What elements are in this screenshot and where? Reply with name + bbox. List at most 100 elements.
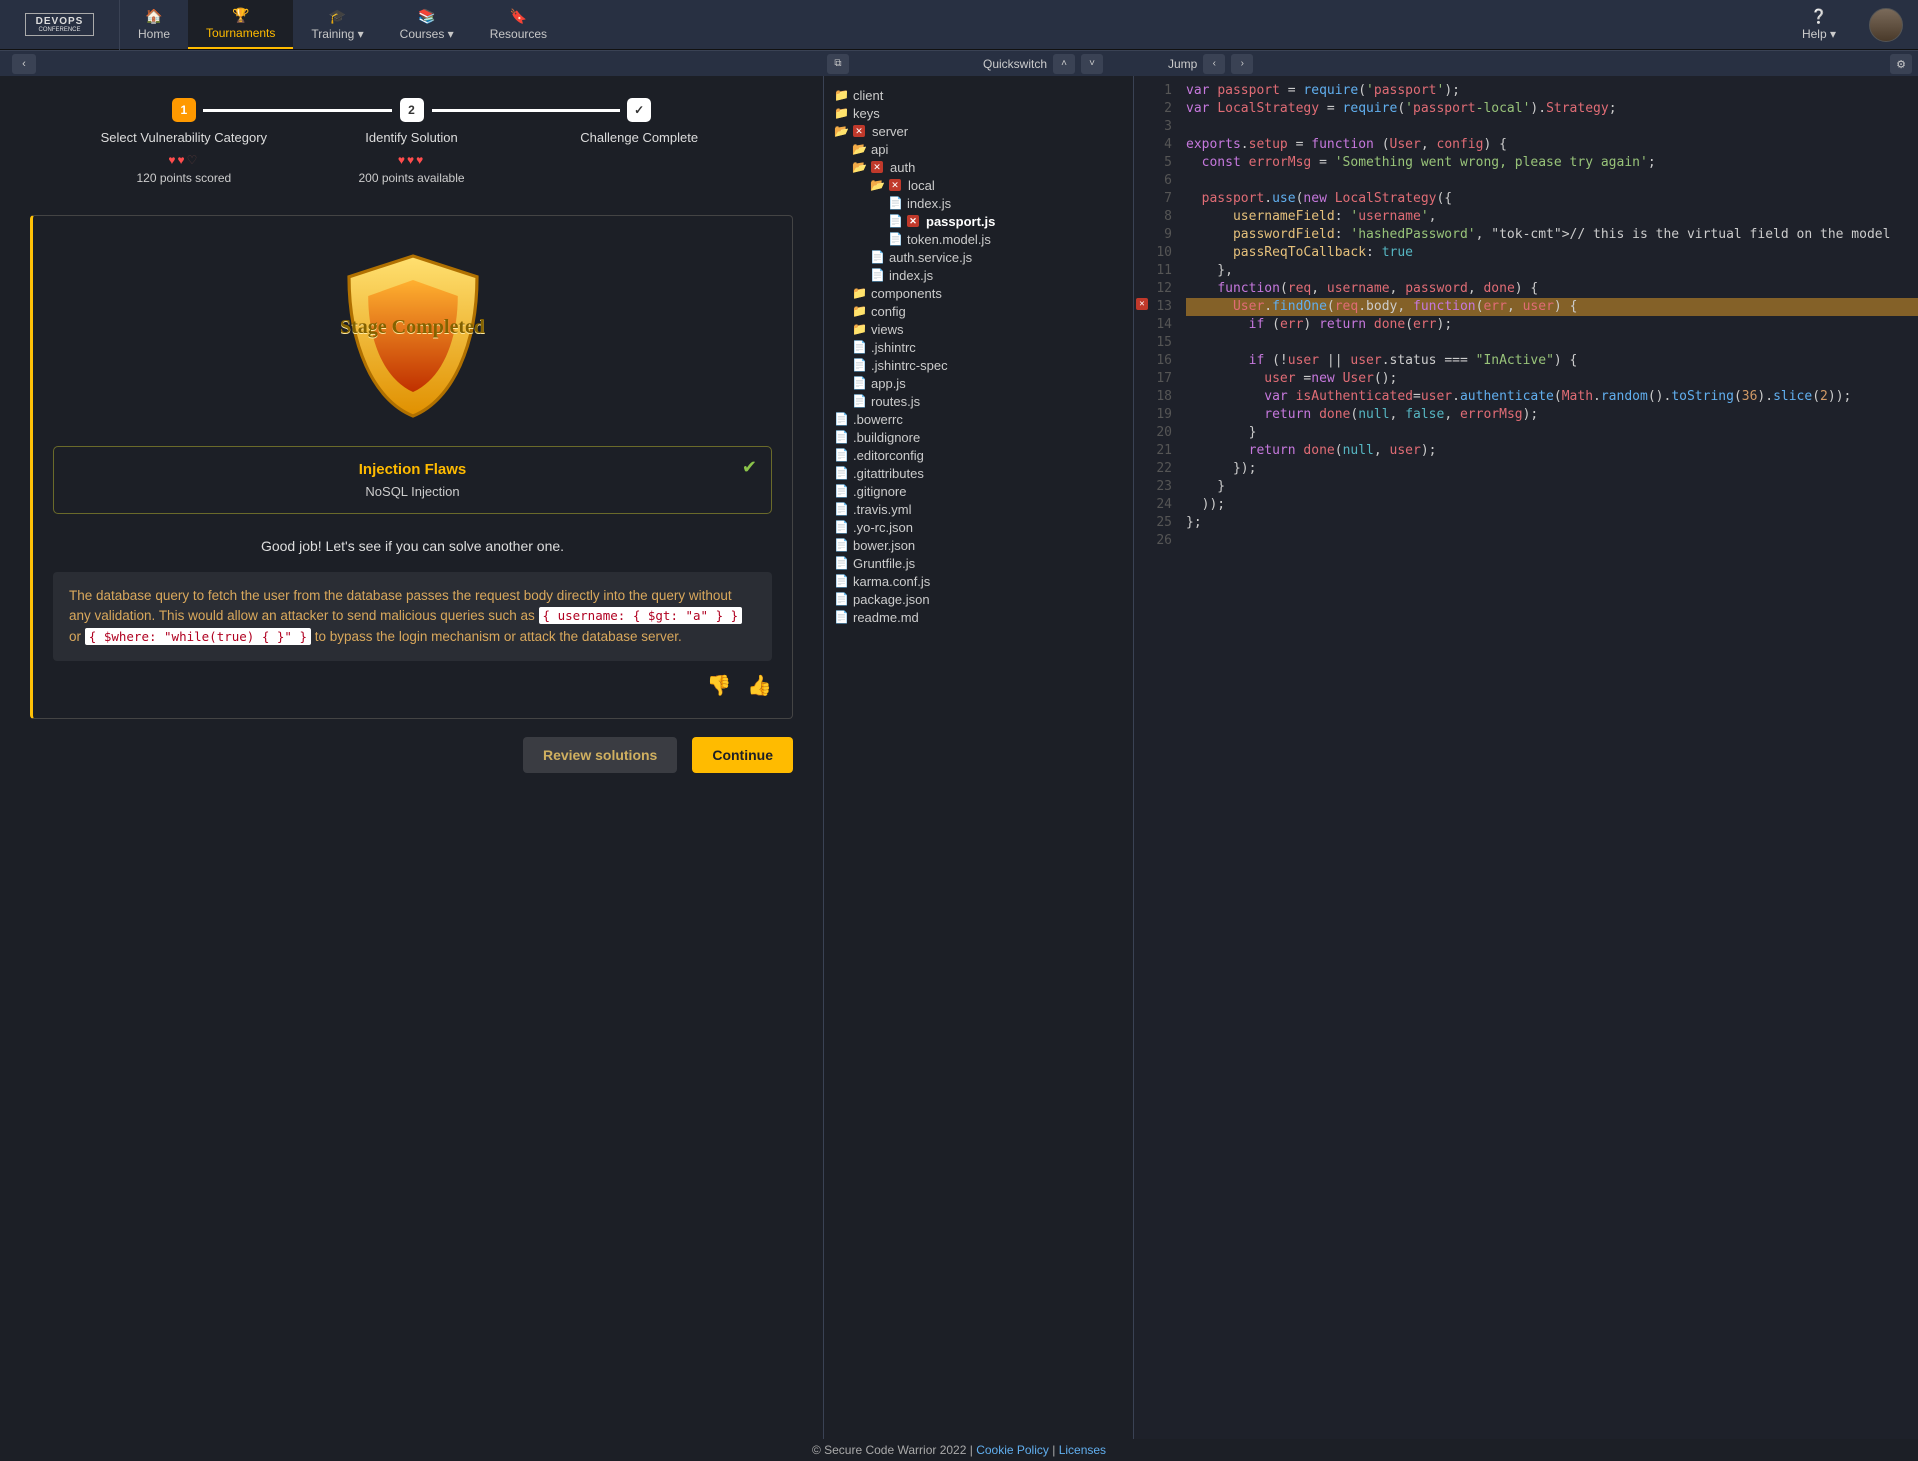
nav-courses[interactable]: 📚 Courses ▾ [382, 0, 472, 49]
step-3: ✓ Challenge Complete [525, 98, 753, 145]
action-buttons: Review solutions Continue [30, 737, 793, 773]
file-yorc[interactable]: 📄.yo-rc.json [834, 518, 1127, 536]
file-travis[interactable]: 📄.travis.yml [834, 500, 1127, 518]
file-icon: 📄 [852, 376, 866, 390]
encouragement-text: Good job! Let's see if you can solve ano… [53, 538, 772, 554]
file-icon: 📄 [834, 520, 848, 534]
grad-cap-icon: 🎓 [329, 8, 346, 25]
file-jshintrc[interactable]: 📄.jshintrc [852, 338, 1127, 356]
file-auth-service[interactable]: 📄auth.service.js [870, 248, 1127, 266]
result-subtitle: NoSQL Injection [68, 484, 757, 499]
file-icon: 📄 [852, 358, 866, 372]
continue-button[interactable]: Continue [692, 737, 793, 773]
back-button[interactable]: ‹ [12, 54, 36, 74]
nav-right: ❔ Help ▾ [1784, 0, 1918, 49]
code-editor[interactable]: 1234567891011121314151617181920212223242… [1134, 76, 1918, 1439]
jump-next-button[interactable]: › [1231, 54, 1253, 74]
file-app-js[interactable]: 📄app.js [852, 374, 1127, 392]
nav-tournaments[interactable]: 🏆 Tournaments [188, 0, 293, 49]
file-icon: 📄 [834, 610, 848, 624]
review-solutions-button[interactable]: Review solutions [523, 737, 677, 773]
file-tree[interactable]: 📁client 📁keys 📂✕server 📂api 📂✕auth 📂✕loc… [823, 76, 1134, 1439]
file-passport-js[interactable]: 📄✕passport.js [888, 212, 1127, 230]
file-package-json[interactable]: 📄package.json [834, 590, 1127, 608]
file-icon: 📄 [834, 412, 848, 426]
quickswitch-up-button[interactable]: ˄ [1053, 54, 1075, 74]
step-1: 1 Select Vulnerability Category ♥♥♡ 120 … [70, 98, 298, 185]
nav-home[interactable]: 🏠 Home [120, 0, 188, 49]
file-index-js[interactable]: 📄index.js [870, 266, 1127, 284]
nav-resources[interactable]: 🔖 Resources [472, 0, 565, 49]
nav-training[interactable]: 🎓 Training ▾ [293, 0, 381, 49]
file-bowerrc[interactable]: 📄.bowerrc [834, 410, 1127, 428]
help-dropdown[interactable]: ❔ Help ▾ [1784, 0, 1854, 49]
quickswitch-down-button[interactable]: ˅ [1081, 54, 1103, 74]
licenses-link[interactable]: Licenses [1059, 1443, 1106, 1457]
folder-components[interactable]: 📁components [852, 284, 1127, 302]
cookie-policy-link[interactable]: Cookie Policy [976, 1443, 1049, 1457]
file-jshintrc-spec[interactable]: 📄.jshintrc-spec [852, 356, 1127, 374]
file-icon: 📄 [834, 430, 848, 444]
help-label: Help ▾ [1802, 27, 1836, 41]
code-snippet-1: { username: { $gt: "a" } } [539, 607, 743, 624]
file-icon: 📄 [834, 538, 848, 552]
file-routes-js[interactable]: 📄routes.js [852, 392, 1127, 410]
folder-api[interactable]: 📂api [852, 140, 1127, 158]
folder-views[interactable]: 📁views [852, 320, 1127, 338]
file-gitignore[interactable]: 📄.gitignore [834, 482, 1127, 500]
step-subtext: 200 points available [298, 171, 526, 185]
folder-server[interactable]: 📂✕server [834, 122, 1127, 140]
bookmark-icon: 🔖 [510, 8, 527, 25]
settings-button[interactable]: ⚙ [1890, 54, 1912, 74]
step-2: 2 Identify Solution ♥♥♥ 200 points avail… [298, 98, 526, 185]
user-avatar[interactable] [1869, 8, 1903, 42]
error-marker-icon: ✕ [871, 161, 883, 173]
file-karma[interactable]: 📄karma.conf.js [834, 572, 1127, 590]
folder-config[interactable]: 📁config [852, 302, 1127, 320]
error-marker-icon: ✕ [853, 125, 865, 137]
home-icon: 🏠 [145, 8, 162, 25]
file-readme[interactable]: 📄readme.md [834, 608, 1127, 626]
file-token-model[interactable]: 📄token.model.js [888, 230, 1127, 248]
file-gruntfile[interactable]: 📄Gruntfile.js [834, 554, 1127, 572]
jump-label: Jump [1168, 57, 1197, 71]
jump-prev-button[interactable]: ‹ [1203, 54, 1225, 74]
brand-logo: DEVOPS CONFERENCE [0, 0, 120, 50]
folder-local[interactable]: 📂✕local [870, 176, 1127, 194]
explanation-text: The database query to fetch the user fro… [53, 572, 772, 661]
popout-button[interactable]: ⧉ [827, 54, 849, 74]
file-buildignore[interactable]: 📄.buildignore [834, 428, 1127, 446]
result-box: Injection Flaws NoSQL Injection ✔ [53, 446, 772, 514]
file-bower-json[interactable]: 📄bower.json [834, 536, 1127, 554]
file-index-js[interactable]: 📄index.js [888, 194, 1127, 212]
step-label: Identify Solution [298, 130, 526, 145]
file-icon: 📄 [888, 214, 902, 228]
file-editorconfig[interactable]: 📄.editorconfig [834, 446, 1127, 464]
file-icon: 📄 [888, 196, 902, 210]
folder-client[interactable]: 📁client [834, 86, 1127, 104]
nav-label: Training ▾ [311, 27, 363, 41]
challenge-panel: 1 Select Vulnerability Category ♥♥♡ 120 … [0, 76, 823, 1439]
folder-keys[interactable]: 📁keys [834, 104, 1127, 122]
file-gitattributes[interactable]: 📄.gitattributes [834, 464, 1127, 482]
result-card: Stage Completed Injection Flaws NoSQL In… [30, 215, 793, 719]
stepper: 1 Select Vulnerability Category ♥♥♡ 120 … [70, 98, 753, 185]
step-badge: ✓ [627, 98, 651, 122]
thumbs-down-button[interactable]: 👎 [707, 675, 732, 697]
error-marker-icon: ✕ [889, 179, 901, 191]
thumbs-up-button[interactable]: 👍 [747, 675, 772, 697]
lives-indicator: ♥♥♡ [70, 153, 298, 167]
result-title: Injection Flaws [68, 461, 757, 478]
file-icon: 📄 [834, 448, 848, 462]
file-icon: 📄 [852, 340, 866, 354]
trophy-icon: 🏆 [232, 7, 249, 24]
copyright: © Secure Code Warrior 2022 | [812, 1443, 976, 1457]
folder-icon: 📁 [852, 286, 866, 300]
folder-icon: 📁 [834, 88, 848, 102]
folder-auth[interactable]: 📂✕auth [852, 158, 1127, 176]
step-label: Select Vulnerability Category [70, 130, 298, 145]
folder-icon: 📁 [852, 322, 866, 336]
folder-open-icon: 📂 [852, 142, 866, 156]
step-label: Challenge Complete [525, 130, 753, 145]
help-icon: ❔ [1810, 8, 1827, 25]
